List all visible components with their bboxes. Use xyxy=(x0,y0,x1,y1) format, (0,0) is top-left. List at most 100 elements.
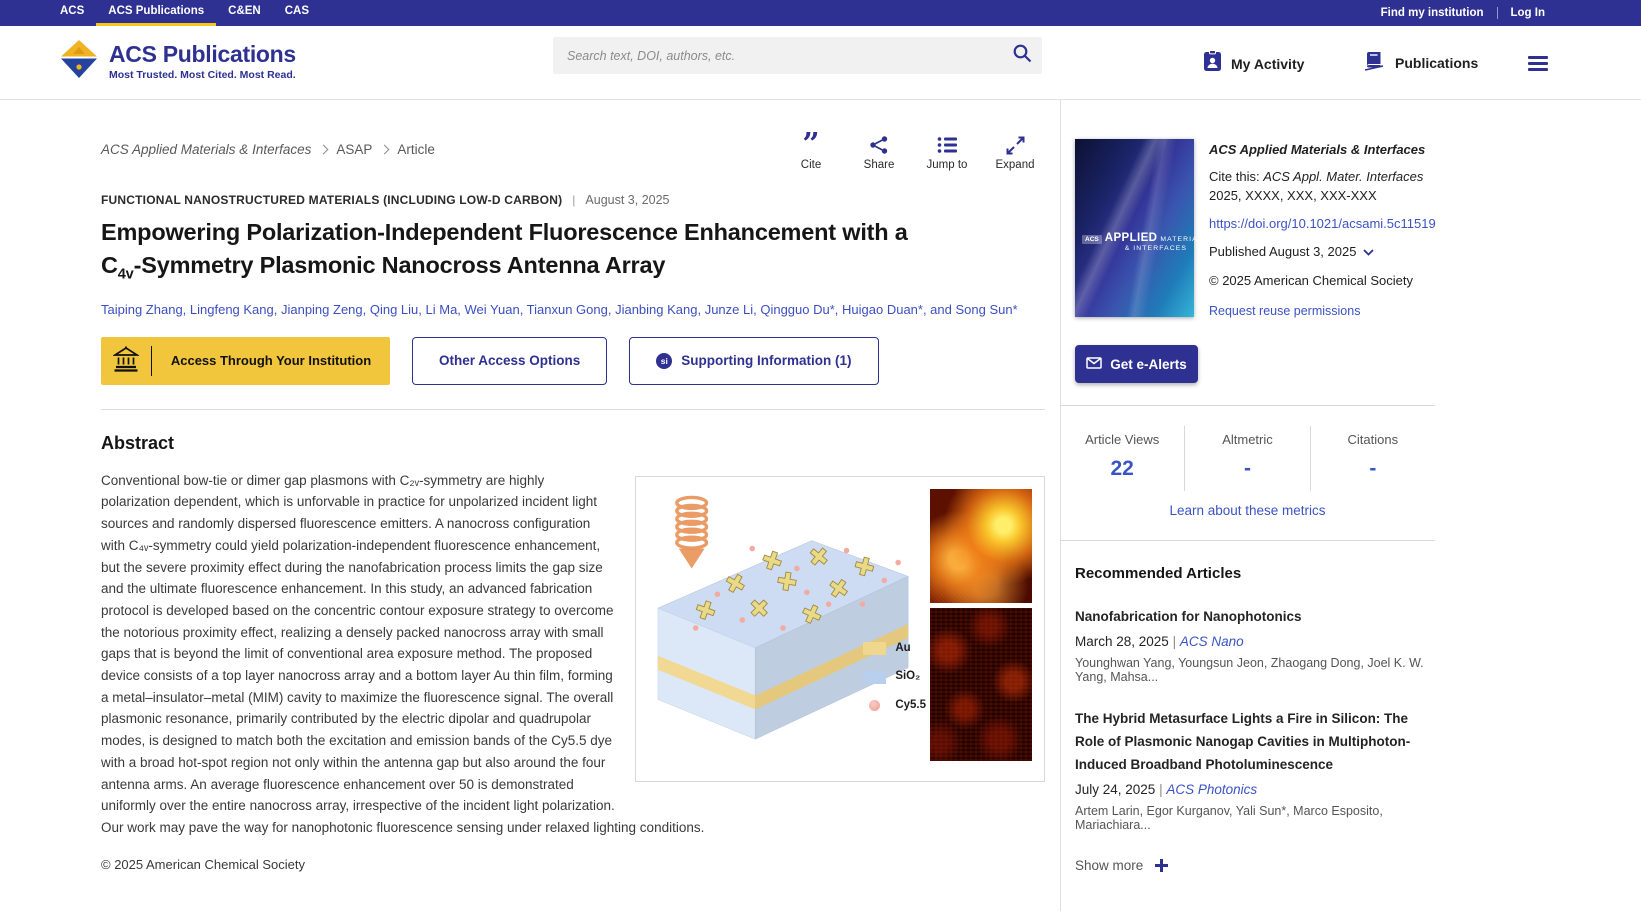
metrics-panel: Article Views 22 Altmetric - Citations - xyxy=(1060,426,1435,491)
sidebar-divider xyxy=(1060,405,1435,406)
jump-to-button[interactable]: Jump to xyxy=(925,134,969,171)
author-list[interactable]: Taiping Zhang, Lingfeng Kang, Jianping Z… xyxy=(101,301,1045,319)
sio2-swatch xyxy=(863,671,886,684)
get-e-alerts-button[interactable]: Get e-Alerts xyxy=(1075,345,1198,383)
find-institution-link[interactable]: Find my institution xyxy=(1381,7,1484,19)
cite-label: Cite xyxy=(801,159,821,171)
expand-icon xyxy=(1006,134,1025,156)
fluorescence-map-bright xyxy=(930,489,1032,603)
journal-cover-thumbnail[interactable]: ACS APPLIED MATERIALS & INTERFACES xyxy=(1075,139,1194,317)
jump-to-label: Jump to xyxy=(927,159,968,171)
learn-metrics-link[interactable]: Learn about these metrics xyxy=(1075,503,1420,518)
acs-diamond-logo-icon xyxy=(58,38,100,85)
share-icon xyxy=(869,134,889,156)
article-sidebar: ACS APPLIED MATERIALS & INTERFACES ACS A… xyxy=(1075,139,1435,873)
share-label: Share xyxy=(864,159,895,171)
article-views-label: Article Views xyxy=(1068,432,1176,447)
topnav-cen[interactable]: C&EN xyxy=(216,0,273,26)
search-bar xyxy=(553,37,1042,74)
recommended-authors: Younghwan Yang, Youngsun Jeon, Zhaogang … xyxy=(1075,656,1435,684)
breadcrumb: ACS Applied Materials & Interfaces ASAP … xyxy=(101,134,435,157)
subject-category[interactable]: FUNCTIONAL NANOSTRUCTURED MATERIALS (INC… xyxy=(101,193,562,207)
recommended-authors: Artem Larin, Egor Kurganov, Yali Sun*, M… xyxy=(1075,804,1435,832)
doi-link[interactable]: https://doi.org/10.1021/acsami.5c11519 xyxy=(1209,215,1436,232)
article-actions: ” Cite Share xyxy=(789,134,1045,171)
list-icon xyxy=(937,134,958,156)
abstract-section: Au SiO₂ Cy5.5 Conventional bow-tie or xyxy=(101,470,1045,839)
breadcrumb-journal[interactable]: ACS Applied Materials & Interfaces xyxy=(101,142,311,157)
cite-this-line: Cite this: ACS Appl. Mater. Interfaces 2… xyxy=(1209,167,1436,205)
reuse-permissions-link[interactable]: Request reuse permissions xyxy=(1209,304,1360,318)
sidebar-copyright: © 2025 American Chemical Society xyxy=(1209,272,1436,289)
published-date-toggle[interactable]: Published August 3, 2025 xyxy=(1209,243,1436,260)
my-activity-button[interactable]: My Activity xyxy=(1203,50,1304,77)
share-button[interactable]: Share xyxy=(857,134,901,171)
topnav-acs-publications[interactable]: ACS Publications xyxy=(96,0,216,26)
search-input[interactable] xyxy=(567,49,1012,63)
citations-value: - xyxy=(1319,457,1427,481)
recommended-title[interactable]: Nanofabrication for Nanophotonics xyxy=(1075,605,1435,628)
login-link[interactable]: Log In xyxy=(1511,7,1546,19)
access-institution-label: Access Through Your Institution xyxy=(152,353,390,368)
my-activity-label: My Activity xyxy=(1231,56,1304,72)
citations-metric: Citations - xyxy=(1310,426,1435,491)
supporting-info-label: Supporting Information (1) xyxy=(681,353,851,368)
figure-legend: Au SiO₂ Cy5.5 xyxy=(863,638,926,717)
search-icon[interactable] xyxy=(1012,43,1032,68)
supporting-info-button[interactable]: si Supporting Information (1) xyxy=(629,337,878,385)
abstract-heading: Abstract xyxy=(101,433,1045,454)
recommended-meta: July 24, 2025 | ACS Photonics xyxy=(1075,782,1435,797)
access-institution-button[interactable]: Access Through Your Institution xyxy=(101,337,390,385)
access-options-row: Access Through Your Institution Other Ac… xyxy=(101,337,1045,385)
chevron-down-icon xyxy=(1363,243,1374,260)
logo-title: ACS Publications xyxy=(109,42,296,67)
publication-date: August 3, 2025 xyxy=(585,193,669,207)
copyright-line: © 2025 American Chemical Society xyxy=(101,857,1045,872)
other-access-label: Other Access Options xyxy=(439,353,580,368)
top-nav-bar: ACS ACS Publications C&EN CAS Find my in… xyxy=(0,0,1641,26)
menu-icon[interactable] xyxy=(1528,56,1548,75)
acs-publications-logo[interactable]: ACS Publications Most Trusted. Most Cite… xyxy=(58,38,296,85)
publications-label: Publications xyxy=(1395,55,1478,71)
cite-button[interactable]: ” Cite xyxy=(789,134,833,171)
breadcrumb-article: Article xyxy=(397,142,435,157)
content-divider xyxy=(1060,100,1061,911)
breadcrumb-asap[interactable]: ASAP xyxy=(336,142,372,157)
altmetric-metric: Altmetric - xyxy=(1184,426,1309,491)
book-icon xyxy=(1363,50,1386,76)
logo-tagline: Most Trusted. Most Cited. Most Read. xyxy=(109,69,296,81)
topnav-acs[interactable]: ACS xyxy=(48,0,96,26)
recommended-title[interactable]: The Hybrid Metasurface Lights a Fire in … xyxy=(1075,707,1435,776)
altmetric-label: Altmetric xyxy=(1193,432,1301,447)
get-e-alerts-label: Get e-Alerts xyxy=(1110,357,1187,372)
envelope-icon xyxy=(1086,357,1102,372)
chevron-right-icon xyxy=(380,145,390,155)
chevron-right-icon xyxy=(319,145,329,155)
show-more-label: Show more xyxy=(1075,858,1143,873)
recommended-article[interactable]: Nanofabrication for Nanophotonics March … xyxy=(1075,605,1435,684)
published-label: Published August 3, 2025 xyxy=(1209,243,1356,260)
sidebar-journal-title[interactable]: ACS Applied Materials & Interfaces xyxy=(1209,141,1436,158)
institution-building-icon xyxy=(113,346,139,375)
other-access-button[interactable]: Other Access Options xyxy=(412,337,607,385)
show-more-button[interactable]: Show more xyxy=(1075,858,1435,873)
recommended-journal-link[interactable]: ACS Photonics xyxy=(1166,782,1257,797)
recommended-journal-link[interactable]: ACS Nano xyxy=(1180,634,1244,649)
fluorescence-map-dark xyxy=(930,608,1032,761)
topnav-cas[interactable]: CAS xyxy=(273,0,321,26)
recommended-article[interactable]: The Hybrid Metasurface Lights a Fire in … xyxy=(1075,707,1435,832)
topnav-divider xyxy=(1497,7,1498,19)
legend-sio2: SiO₂ xyxy=(895,666,920,688)
article-views-value: 22 xyxy=(1068,457,1176,481)
publications-button[interactable]: Publications xyxy=(1363,50,1478,76)
recommended-heading: Recommended Articles xyxy=(1075,565,1435,582)
id-badge-icon xyxy=(1203,50,1222,77)
expand-label: Expand xyxy=(995,159,1034,171)
abstract-graphic[interactable]: Au SiO₂ Cy5.5 xyxy=(635,476,1045,782)
sidebar-divider xyxy=(1060,540,1435,541)
expand-button[interactable]: Expand xyxy=(993,134,1037,171)
article-category-row: FUNCTIONAL NANOSTRUCTURED MATERIALS (INC… xyxy=(101,193,1045,207)
recommended-meta: March 28, 2025 | ACS Nano xyxy=(1075,634,1435,649)
cover-acs-badge: ACS xyxy=(1082,235,1102,244)
category-separator: | xyxy=(572,193,575,207)
